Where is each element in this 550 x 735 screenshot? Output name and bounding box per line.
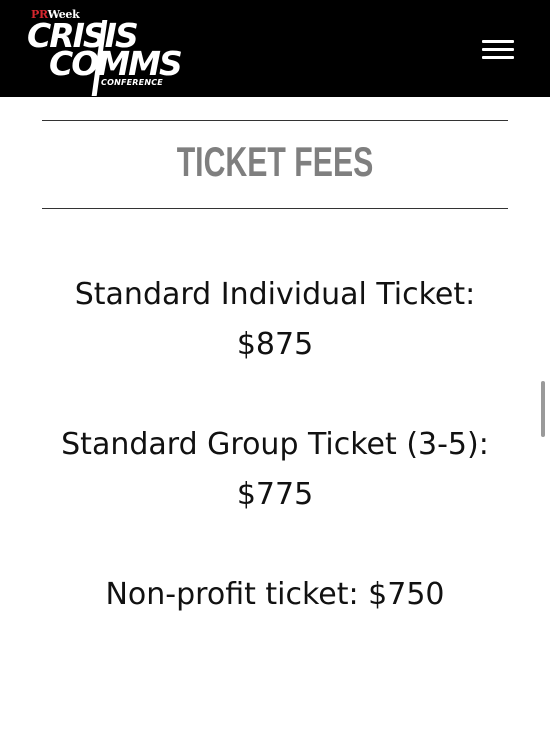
fee-standard-individual: Standard Individual Ticket: $875	[74, 277, 476, 362]
logo-line-comms: COMMS	[49, 44, 183, 83]
site-header: PRWeek CRISIS COMMS CONFERENCE	[0, 0, 550, 97]
hamburger-menu-icon[interactable]	[482, 38, 516, 62]
menu-bar-1	[482, 40, 514, 43]
section-divider-bottom	[42, 208, 508, 209]
logo-conference: CONFERENCE	[101, 78, 163, 87]
section-title: TICKET FEES	[176, 138, 374, 185]
crisis-comms-logo[interactable]: PRWeek CRISIS COMMS CONFERENCE	[27, 8, 183, 96]
menu-bar-3	[482, 56, 514, 59]
menu-bar-2	[482, 48, 514, 51]
ticket-fee-list: Standard Individual Ticket: $875 Standar…	[40, 270, 510, 670]
fee-standard-group: Standard Group Ticket (3-5): $775	[61, 427, 489, 512]
fee-non-profit: Non-profit ticket: $750	[105, 577, 445, 612]
scrollbar[interactable]	[541, 381, 545, 437]
section-divider-top	[42, 120, 508, 121]
